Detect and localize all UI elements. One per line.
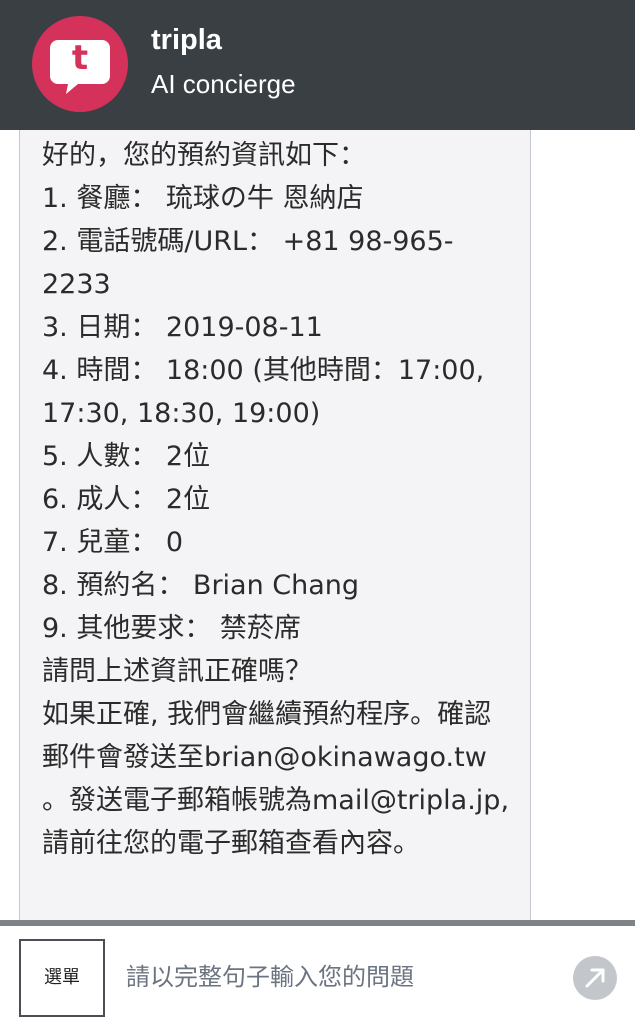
message-line: 9. 其他要求： 禁菸席 <box>42 613 301 644</box>
app-header: t tripla AI concierge <box>0 0 635 130</box>
tripla-logo-icon: t <box>32 16 128 112</box>
question-input[interactable] <box>126 956 556 998</box>
message-line: 好的，您的預約資訊如下： <box>42 140 366 171</box>
message-line: 6. 成人： 2位 <box>42 484 211 515</box>
arrow-up-right-icon <box>585 968 605 988</box>
bot-message: 好的，您的預約資訊如下： 1. 餐廳： 琉球の牛 恩納店 2. 電話號碼/URL… <box>42 134 518 865</box>
message-line: 4. 時間： 18:00 (其他時間：17:00, 17:30, 18:30, … <box>42 355 485 429</box>
chat-input-bar: 選單 <box>0 926 635 1024</box>
message-line: 3. 日期： 2019-08-11 <box>42 312 323 343</box>
message-line: 請問上述資訊正確嗎？ <box>42 656 312 687</box>
chat-area[interactable]: 好的，您的預約資訊如下： 1. 餐廳： 琉球の牛 恩納店 2. 電話號碼/URL… <box>0 130 635 920</box>
menu-button[interactable]: 選單 <box>19 939 105 1017</box>
message-line: 2. 電話號碼/URL： +81 98-965-2233 <box>42 226 454 300</box>
message-line: 8. 預約名： Brian Chang <box>42 570 360 601</box>
message-line: 如果正確, 我們會繼續預約程序。確認郵件會發送至brian@okinawago.… <box>42 699 510 859</box>
message-line: 1. 餐廳： 琉球の牛 恩納店 <box>42 183 364 214</box>
logo-letter: t <box>71 38 89 78</box>
brand-name: tripla <box>151 24 222 56</box>
message-line: 5. 人數： 2位 <box>42 441 211 472</box>
brand-subtitle: AI concierge <box>151 69 296 99</box>
send-button[interactable] <box>573 956 617 1000</box>
message-line: 7. 兒童： 0 <box>42 527 184 558</box>
